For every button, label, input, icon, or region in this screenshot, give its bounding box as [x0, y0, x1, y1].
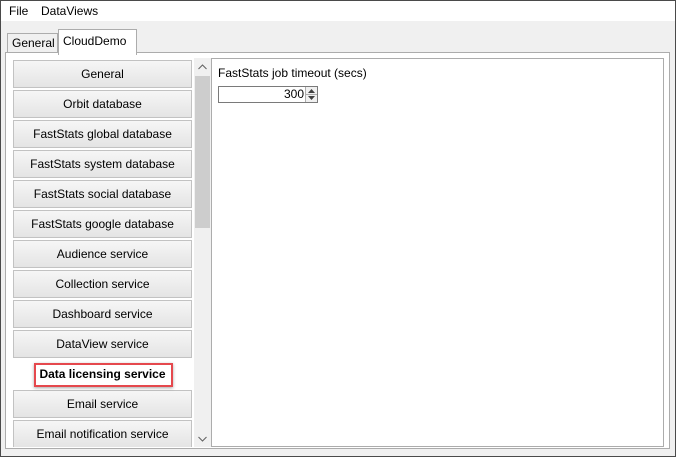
tab-general[interactable]: General — [7, 33, 58, 53]
job-timeout-spinner[interactable]: 300 — [218, 86, 318, 103]
list-item-faststats-global-database[interactable]: FastStats global database — [13, 120, 192, 148]
list-item-orbit-database[interactable]: Orbit database — [13, 90, 192, 118]
list-item-general[interactable]: General — [13, 60, 192, 88]
list-item-faststats-google-database[interactable]: FastStats google database — [13, 210, 192, 238]
caret-up-icon — [308, 88, 315, 93]
caret-down-icon — [308, 95, 315, 100]
chevron-up-icon — [198, 63, 207, 69]
job-timeout-value[interactable]: 300 — [284, 87, 304, 102]
spin-down-button[interactable] — [306, 94, 317, 101]
settings-category-list[interactable]: General Orbit database FastStats global … — [12, 58, 193, 447]
list-item-audience-service[interactable]: Audience service — [13, 240, 192, 268]
list-item-collection-service[interactable]: Collection service — [13, 270, 192, 298]
job-timeout-label: FastStats job timeout (secs) — [218, 66, 367, 80]
list-item-email-notification-service[interactable]: Email notification service — [13, 420, 192, 447]
list-scrollbar[interactable] — [194, 58, 211, 447]
scroll-up-button[interactable] — [194, 58, 211, 75]
menu-dataviews[interactable]: DataViews — [39, 4, 100, 20]
menu-bar: File DataViews — [1, 1, 675, 21]
list-item-dashboard-service[interactable]: Dashboard service — [13, 300, 192, 328]
settings-content-pane — [211, 58, 664, 447]
tab-strip: General CloudDemo — [0, 27, 674, 55]
list-item-email-service[interactable]: Email service — [13, 390, 192, 418]
scroll-thumb[interactable] — [195, 76, 210, 228]
spinner-buttons — [305, 87, 317, 102]
scroll-down-button[interactable] — [194, 430, 211, 447]
list-item-dataview-service[interactable]: DataView service — [13, 330, 192, 358]
list-item-data-licensing-service[interactable]: Data licensing service — [13, 360, 192, 388]
chevron-down-icon — [198, 436, 207, 442]
list-item-faststats-social-database[interactable]: FastStats social database — [13, 180, 192, 208]
menu-file[interactable]: File — [7, 4, 30, 20]
tab-clouddemo[interactable]: CloudDemo — [58, 29, 137, 55]
list-item-faststats-system-database[interactable]: FastStats system database — [13, 150, 192, 178]
